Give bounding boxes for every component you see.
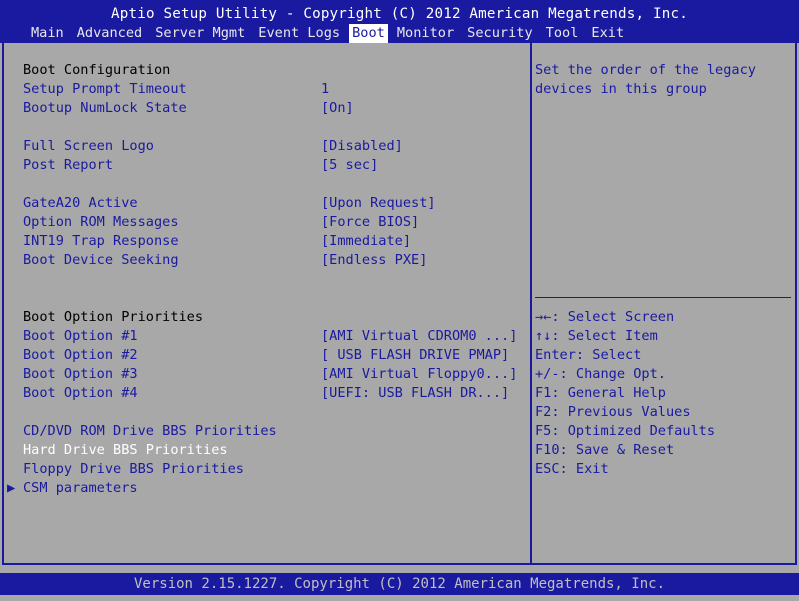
full-screen-logo-row[interactable]: Full Screen Logo [Disabled] — [23, 137, 523, 156]
key-legend: →←: Select Screen ↑↓: Select Item Enter:… — [535, 308, 790, 479]
post-report-row[interactable]: Post Report [5 sec] — [23, 156, 523, 175]
key-exit: ESC: Exit — [535, 461, 609, 477]
heading-text: Boot Configuration — [23, 62, 171, 78]
gatea20-row[interactable]: GateA20 Active [Upon Request] — [23, 194, 523, 213]
tab-advanced[interactable]: Advanced — [76, 24, 143, 43]
key-general-help: F1: General Help — [535, 385, 666, 401]
help-separator — [535, 297, 791, 298]
footer-text: Version 2.15.1227. Copyright (C) 2012 Am… — [133, 576, 665, 592]
setting-label: GateA20 Active — [23, 195, 138, 211]
settings-panel: Boot Configuration Setup Prompt Timeout … — [7, 61, 523, 498]
boot-priorities-heading: Boot Option Priorities — [23, 308, 523, 327]
title-bar: Aptio Setup Utility - Copyright (C) 2012… — [0, 0, 799, 43]
tab-event-logs[interactable]: Event Logs — [257, 24, 341, 43]
tab-server-mgmt[interactable]: Server Mgmt — [154, 24, 246, 43]
int19-row[interactable]: INT19 Trap Response [Immediate] — [23, 232, 523, 251]
heading-text: Boot Option Priorities — [23, 309, 204, 325]
setting-value[interactable]: [Force BIOS] — [321, 213, 419, 232]
setting-value[interactable]: [UEFI: USB FLASH DR...] — [321, 384, 509, 403]
bootup-numlock-row[interactable]: Bootup NumLock State [On] — [23, 99, 523, 118]
setting-value[interactable]: [AMI Virtual CDROM0 ...] — [321, 327, 517, 346]
panel-divider — [530, 43, 532, 565]
setting-value[interactable]: [Upon Request] — [321, 194, 436, 213]
boot-option-2-row[interactable]: Boot Option #2 [ USB FLASH DRIVE PMAP] — [23, 346, 523, 365]
help-line: Set the order of the legacy — [535, 62, 756, 78]
setting-label: Full Screen Logo — [23, 138, 154, 154]
key-previous-values: F2: Previous Values — [535, 404, 691, 420]
tab-monitor[interactable]: Monitor — [396, 24, 455, 43]
setting-label: Option ROM Messages — [23, 214, 179, 230]
boot-option-1-row[interactable]: Boot Option #1 [AMI Virtual CDROM0 ...] — [23, 327, 523, 346]
hard-drive-bbs-priorities[interactable]: Hard Drive BBS Priorities — [23, 441, 523, 460]
setting-value[interactable]: [On] — [321, 99, 354, 118]
cd-dvd-bbs-priorities[interactable]: CD/DVD ROM Drive BBS Priorities — [23, 422, 523, 441]
setting-label: Boot Device Seeking — [23, 252, 179, 268]
option-rom-row[interactable]: Option ROM Messages [Force BIOS] — [23, 213, 523, 232]
submenu-label-selected[interactable]: Hard Drive BBS Priorities — [23, 441, 228, 460]
key-select-item: ↑↓: Select Item — [535, 328, 658, 344]
setting-label: Boot Option #2 — [23, 347, 138, 363]
help-panel: Set the order of the legacy devices in t… — [535, 61, 785, 99]
footer-bar: Version 2.15.1227. Copyright (C) 2012 Am… — [0, 573, 799, 595]
setting-value[interactable]: [Immediate] — [321, 232, 411, 251]
setting-value[interactable]: [5 sec] — [321, 156, 378, 175]
setting-label: Setup Prompt Timeout — [23, 81, 187, 97]
setup-prompt-timeout-row[interactable]: Setup Prompt Timeout 1 — [23, 80, 523, 99]
app-title: Aptio Setup Utility - Copyright (C) 2012… — [111, 6, 688, 22]
boot-option-3-row[interactable]: Boot Option #3 [AMI Virtual Floppy0...] — [23, 365, 523, 384]
key-optimized-defaults: F5: Optimized Defaults — [535, 423, 716, 439]
submenu-arrow-icon: ▶ — [7, 480, 16, 496]
help-line: devices in this group — [535, 81, 707, 97]
key-enter: Enter: Select — [535, 347, 642, 363]
setting-value[interactable]: [Endless PXE] — [321, 251, 427, 270]
setting-label: Boot Option #1 — [23, 328, 138, 344]
floppy-bbs-priorities[interactable]: Floppy Drive BBS Priorities — [23, 460, 523, 479]
tab-bar: Main Advanced Server Mgmt Event Logs Boot Mon… — [30, 24, 636, 43]
boot-device-seeking-row[interactable]: Boot Device Seeking [Endless PXE] — [23, 251, 523, 270]
csm-parameters[interactable]: ▶ CSM parameters — [7, 479, 523, 498]
setting-label: Boot Option #4 — [23, 385, 138, 401]
setting-value[interactable]: [AMI Virtual Floppy0...] — [321, 365, 517, 384]
setting-label: Boot Option #3 — [23, 366, 138, 382]
tab-exit[interactable]: Exit — [590, 24, 625, 43]
submenu-label[interactable]: CSM parameters — [23, 479, 138, 498]
tab-main[interactable]: Main — [30, 24, 65, 43]
key-save-reset: F10: Save & Reset — [535, 442, 675, 458]
boot-option-4-row[interactable]: Boot Option #4 [UEFI: USB FLASH DR...] — [23, 384, 523, 403]
key-change-opt: +/-: Change Opt. — [535, 366, 666, 382]
tab-security[interactable]: Security — [466, 24, 533, 43]
tab-tool[interactable]: Tool — [545, 24, 580, 43]
tab-boot[interactable]: Boot — [349, 24, 388, 43]
setting-value[interactable]: [Disabled] — [321, 137, 403, 156]
submenu-label[interactable]: Floppy Drive BBS Priorities — [23, 460, 244, 479]
key-select-screen: →←: Select Screen — [535, 309, 675, 325]
setting-label: Bootup NumLock State — [23, 100, 187, 116]
submenu-label[interactable]: CD/DVD ROM Drive BBS Priorities — [23, 422, 277, 441]
setting-value[interactable]: 1 — [321, 80, 329, 99]
setting-label: INT19 Trap Response — [23, 233, 179, 249]
setting-value[interactable]: [ USB FLASH DRIVE PMAP] — [321, 346, 509, 365]
boot-config-heading: Boot Configuration — [23, 61, 523, 80]
setting-label: Post Report — [23, 157, 114, 173]
